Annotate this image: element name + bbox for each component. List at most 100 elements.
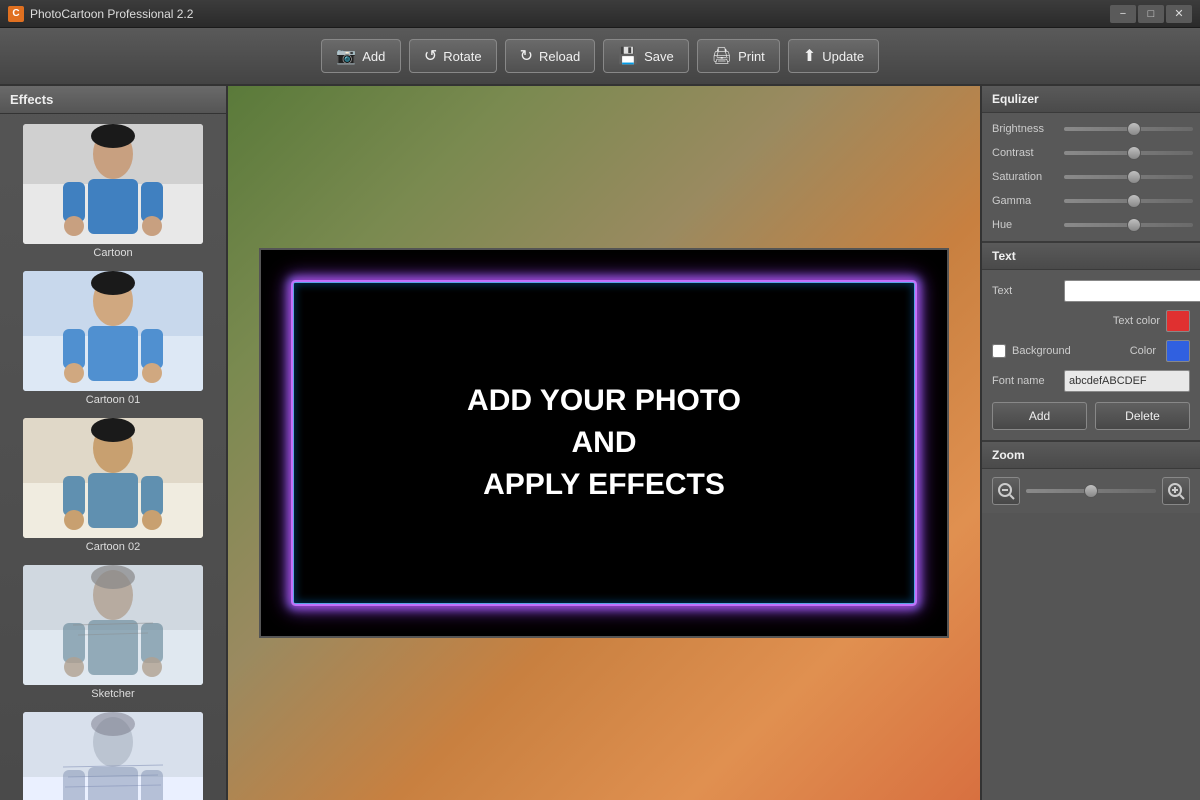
print-label: Print	[738, 49, 765, 64]
effect-thumb-cartoon	[23, 124, 203, 244]
font-preview-text: abcdefABCDEF	[1069, 375, 1147, 387]
brightness-slider[interactable]	[1064, 127, 1193, 131]
font-name-label: Font name	[992, 375, 1064, 387]
background-label: Background	[1012, 345, 1071, 357]
zoom-in-button[interactable]	[1162, 477, 1190, 505]
equalizer-body: Brightness Contrast Saturation Gamma	[982, 113, 1200, 241]
saturation-slider[interactable]	[1064, 175, 1193, 179]
saturation-label: Saturation	[992, 171, 1064, 183]
contrast-slider[interactable]	[1064, 151, 1193, 155]
canvas-placeholder-text: ADD YOUR PHOTO AND APPLY EFFECTS	[467, 380, 741, 506]
effect-label-cartoon01: Cartoon 01	[86, 394, 140, 406]
sketcher-thumb-svg	[23, 565, 203, 685]
effects-panel: Effects	[0, 86, 228, 800]
reload-button[interactable]: ↻ Reload	[505, 39, 596, 73]
text-add-button[interactable]: Add	[992, 402, 1087, 430]
update-label: Update	[822, 49, 864, 64]
app-title: PhotoCartoon Professional 2.2	[30, 7, 193, 21]
rotate-icon: ↺	[424, 46, 437, 66]
right-panel: Equlizer Brightness Contrast Saturation	[980, 86, 1200, 800]
gamma-row: Gamma	[992, 195, 1190, 207]
minimize-button[interactable]: −	[1110, 5, 1136, 23]
save-button[interactable]: 💾 Save	[603, 39, 689, 73]
effect-label-sketcher: Sketcher	[91, 688, 134, 700]
text-header: Text	[982, 243, 1200, 270]
effect-thumb-cartoon02	[23, 418, 203, 538]
app-body: 📷 Add ↺ Rotate ↻ Reload 💾 Save 🖨 Print ⬆…	[0, 28, 1200, 800]
title-left: C PhotoCartoon Professional 2.2	[8, 6, 193, 22]
background-color-swatch[interactable]	[1166, 340, 1190, 362]
add-icon: 📷	[336, 46, 356, 66]
hue-label: Hue	[992, 219, 1064, 231]
hue-row: Hue	[992, 219, 1190, 231]
gamma-label: Gamma	[992, 195, 1064, 207]
effects-list[interactable]: Cartoon	[0, 114, 226, 800]
contrast-row: Contrast	[992, 147, 1190, 159]
equalizer-header: Equlizer	[982, 86, 1200, 113]
toolbar: 📷 Add ↺ Rotate ↻ Reload 💾 Save 🖨 Print ⬆…	[0, 28, 1200, 86]
hue-slider[interactable]	[1064, 223, 1193, 227]
effect-thumb-sketcher	[23, 565, 203, 685]
effect-thumb-sketch	[23, 712, 203, 800]
effect-item-sketch[interactable]: Sketch	[4, 706, 222, 800]
text-input-label: Text	[992, 285, 1064, 297]
zoom-header: Zoom	[982, 442, 1200, 469]
text-action-buttons: Add Delete	[992, 402, 1190, 430]
zoom-section: Zoom	[982, 442, 1200, 513]
cartoon01-thumb-svg	[23, 271, 203, 391]
effect-item-sketcher[interactable]: Sketcher	[4, 559, 222, 706]
sketch-thumb-svg	[23, 712, 203, 800]
text-color-swatch[interactable]	[1166, 310, 1190, 332]
zoom-out-button[interactable]	[992, 477, 1020, 505]
update-icon: ⬆	[803, 46, 816, 66]
print-icon: 🖨	[712, 46, 732, 66]
text-body: Text Text color Background Color	[982, 270, 1200, 440]
effect-item-cartoon01[interactable]: Cartoon 01	[4, 265, 222, 412]
app-icon: C	[8, 6, 24, 22]
rotate-label: Rotate	[443, 49, 481, 64]
zoom-slider[interactable]	[1026, 489, 1156, 493]
effect-label-cartoon02: Cartoon 02	[86, 541, 140, 553]
canvas-line1: ADD YOUR PHOTO	[467, 384, 741, 417]
zoom-out-icon	[997, 482, 1015, 500]
effect-item-cartoon[interactable]: Cartoon	[4, 118, 222, 265]
zoom-body	[982, 469, 1200, 513]
text-delete-button[interactable]: Delete	[1095, 402, 1190, 430]
window-controls: − □ ✕	[1110, 5, 1192, 23]
add-button[interactable]: 📷 Add	[321, 39, 401, 73]
effect-label-cartoon: Cartoon	[93, 247, 132, 259]
rotate-button[interactable]: ↺ Rotate	[409, 39, 497, 73]
text-color-row: Text color	[992, 310, 1190, 332]
text-input-row: Text	[992, 280, 1190, 302]
brightness-label: Brightness	[992, 123, 1064, 135]
add-label: Add	[362, 49, 385, 64]
saturation-row: Saturation	[992, 171, 1190, 183]
cartoon02-thumb-svg	[23, 418, 203, 538]
text-input-field[interactable]	[1064, 280, 1200, 302]
background-color-text: Color	[1130, 345, 1156, 357]
canvas-area: ADD YOUR PHOTO AND APPLY EFFECTS	[228, 86, 980, 800]
background-color-row: Background Color	[992, 340, 1190, 362]
contrast-label: Contrast	[992, 147, 1064, 159]
canvas-line3: APPLY EFFECTS	[483, 468, 725, 501]
gamma-slider[interactable]	[1064, 199, 1193, 203]
effect-thumb-cartoon01	[23, 271, 203, 391]
zoom-in-icon	[1167, 482, 1185, 500]
font-name-row: Font name abcdefABCDEF	[992, 370, 1190, 392]
reload-icon: ↻	[520, 46, 533, 66]
close-button[interactable]: ✕	[1166, 5, 1192, 23]
canvas-line2: AND	[572, 426, 637, 459]
cartoon-thumb-svg	[23, 124, 203, 244]
update-button[interactable]: ⬆ Update	[788, 39, 879, 73]
effects-header: Effects	[0, 86, 226, 114]
maximize-button[interactable]: □	[1138, 5, 1164, 23]
title-bar: C PhotoCartoon Professional 2.2 − □ ✕	[0, 0, 1200, 28]
reload-label: Reload	[539, 49, 580, 64]
print-button[interactable]: 🖨 Print	[697, 39, 780, 73]
save-icon: 💾	[618, 46, 638, 66]
canvas-image: ADD YOUR PHOTO AND APPLY EFFECTS	[259, 248, 949, 638]
background-checkbox[interactable]	[992, 344, 1006, 358]
font-preview[interactable]: abcdefABCDEF	[1064, 370, 1190, 392]
save-label: Save	[644, 49, 674, 64]
effect-item-cartoon02[interactable]: Cartoon 02	[4, 412, 222, 559]
